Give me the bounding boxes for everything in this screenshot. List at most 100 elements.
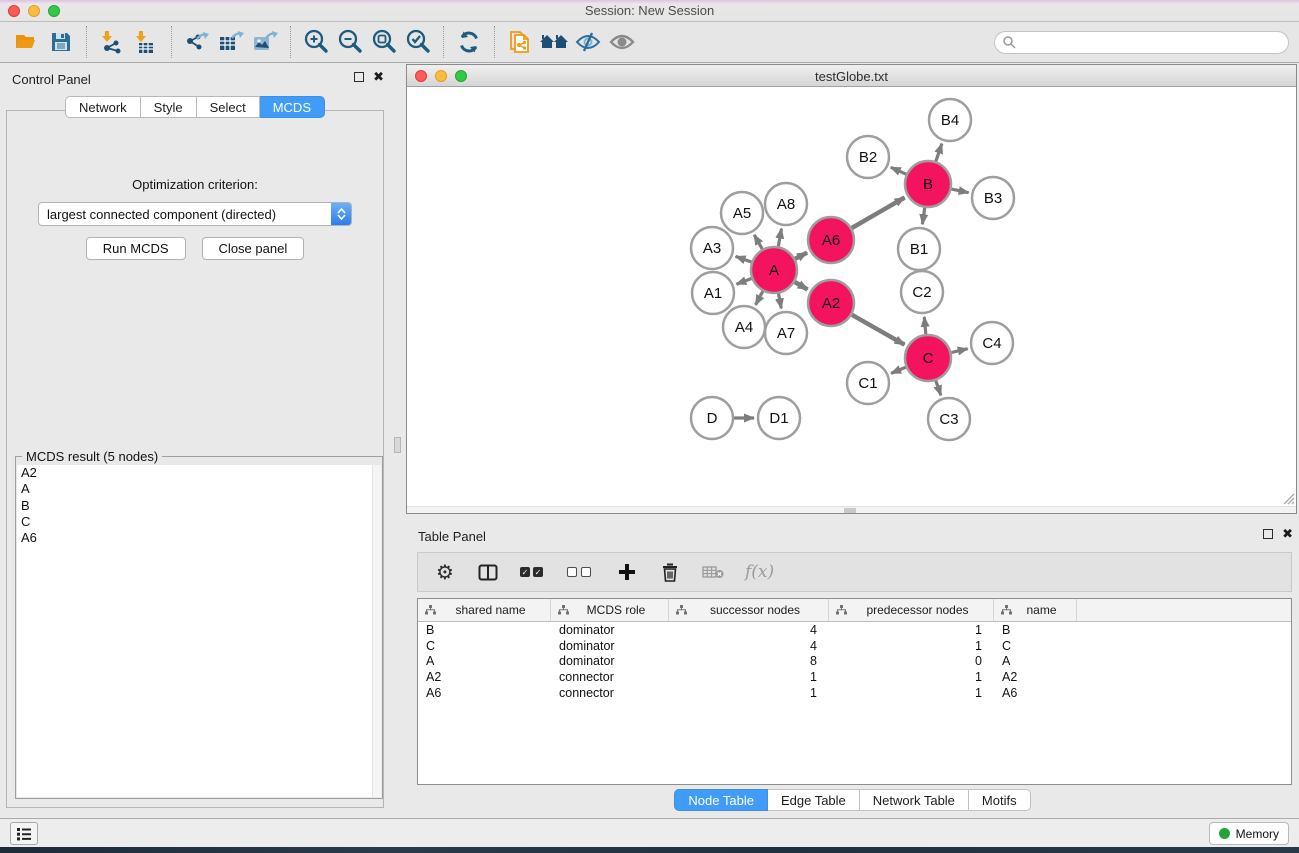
zoom-in-icon[interactable]: [299, 25, 333, 59]
tab-select[interactable]: Select: [197, 96, 260, 118]
tab-mcds[interactable]: MCDS: [260, 96, 325, 118]
table-cell[interactable]: A6: [418, 686, 551, 700]
edge-B-B2[interactable]: [891, 167, 906, 174]
node-B4[interactable]: B4: [929, 99, 971, 141]
result-scrollbar[interactable]: [372, 465, 381, 797]
table-cell[interactable]: B: [994, 623, 1077, 637]
node-B3[interactable]: B3: [972, 177, 1014, 219]
memory-button[interactable]: Memory: [1209, 822, 1289, 845]
tab-motifs[interactable]: Motifs: [969, 789, 1031, 811]
table-cell[interactable]: 1: [829, 639, 994, 653]
network-canvas[interactable]: B4B2BB3A8A5A6A3B1AA1C2A2A4A7C4CC1C3DD1: [407, 87, 1296, 513]
column-header-predecessor-nodes[interactable]: predecessor nodes: [829, 599, 994, 621]
node-A6[interactable]: A6: [808, 217, 854, 263]
close-panel-button[interactable]: Close panel: [202, 237, 305, 260]
open-session-icon[interactable]: [10, 25, 44, 59]
export-table-icon[interactable]: [214, 25, 248, 59]
table-row[interactable]: Adominator80A: [418, 654, 1291, 670]
node-A1[interactable]: A1: [692, 272, 734, 314]
import-table-icon[interactable]: [129, 25, 163, 59]
table-cell[interactable]: 8: [669, 654, 829, 668]
edge-A-A5[interactable]: [754, 235, 762, 249]
table-cell[interactable]: B: [418, 623, 551, 637]
node-D1[interactable]: D1: [758, 397, 800, 439]
table-cell[interactable]: connector: [551, 670, 669, 684]
resize-grip-icon[interactable]: [1281, 491, 1295, 505]
edge-B-B4[interactable]: [936, 144, 942, 162]
table-cell[interactable]: 4: [669, 639, 829, 653]
show-graphics-details-icon[interactable]: [605, 25, 639, 59]
close-panel-icon[interactable]: ✖: [373, 72, 384, 82]
result-item[interactable]: A2: [17, 465, 372, 481]
node-B2[interactable]: B2: [847, 136, 889, 178]
export-image-icon[interactable]: [248, 25, 282, 59]
table-row[interactable]: A2connector11A2: [418, 669, 1291, 685]
table-cell[interactable]: 4: [669, 623, 829, 637]
column-header-name[interactable]: name: [994, 599, 1077, 621]
edge-A-A6[interactable]: [795, 253, 807, 259]
network-document-icon[interactable]: [503, 25, 537, 59]
column-header-MCDS-role[interactable]: MCDS role: [551, 599, 669, 621]
zoom-selected-icon[interactable]: [401, 25, 435, 59]
import-network-icon[interactable]: [95, 25, 129, 59]
table-cell[interactable]: C: [994, 639, 1077, 653]
table-row[interactable]: Bdominator41B: [418, 622, 1291, 638]
table-cell[interactable]: 0: [829, 654, 994, 668]
table-cell[interactable]: 1: [829, 623, 994, 637]
search-field[interactable]: [994, 31, 1289, 54]
tab-network-table[interactable]: Network Table: [860, 789, 969, 811]
node-C3[interactable]: C3: [928, 398, 970, 440]
node-B1[interactable]: B1: [898, 228, 940, 270]
edge-A-A3[interactable]: [736, 256, 752, 262]
result-item[interactable]: A6: [17, 530, 372, 546]
deselect-all-icon[interactable]: [567, 560, 595, 584]
table-cell[interactable]: A: [994, 654, 1077, 668]
node-C[interactable]: C: [905, 335, 951, 381]
node-C1[interactable]: C1: [847, 362, 889, 404]
table-cell[interactable]: dominator: [551, 623, 669, 637]
edge-A-A8[interactable]: [778, 229, 781, 247]
table-cell[interactable]: 1: [829, 686, 994, 700]
edge-A6-B[interactable]: [852, 198, 905, 229]
table-cell[interactable]: A6: [994, 686, 1077, 700]
edge-C-C2[interactable]: [924, 317, 926, 334]
table-row[interactable]: A6connector11A6: [418, 685, 1291, 701]
table-cell[interactable]: 1: [669, 670, 829, 684]
column-header-successor-nodes[interactable]: successor nodes: [669, 599, 829, 621]
edge-B-B1[interactable]: [922, 208, 924, 224]
tab-network[interactable]: Network: [65, 96, 141, 118]
column-header-shared-name[interactable]: shared name: [418, 599, 551, 621]
node-C4[interactable]: C4: [971, 322, 1013, 364]
node-A4[interactable]: A4: [723, 306, 765, 348]
node-D[interactable]: D: [691, 397, 733, 439]
edge-C-C4[interactable]: [951, 349, 967, 353]
add-column-icon[interactable]: [616, 560, 638, 584]
table-cell[interactable]: C: [418, 639, 551, 653]
edge-A-A4[interactable]: [756, 291, 763, 305]
tab-style[interactable]: Style: [141, 96, 197, 118]
edge-A-A7[interactable]: [779, 294, 782, 309]
result-item[interactable]: B: [17, 498, 372, 514]
node-A7[interactable]: A7: [765, 312, 807, 354]
node-C2[interactable]: C2: [901, 271, 943, 313]
delete-icon[interactable]: [659, 560, 681, 584]
save-session-icon[interactable]: [44, 25, 78, 59]
zoom-fit-icon[interactable]: [367, 25, 401, 59]
task-history-button[interactable]: [10, 822, 38, 845]
run-mcds-button[interactable]: Run MCDS: [86, 237, 186, 260]
float-table-panel-icon[interactable]: [1263, 529, 1273, 539]
node-A8[interactable]: A8: [765, 183, 807, 225]
gear-icon[interactable]: ⚙: [434, 560, 456, 584]
home-icon[interactable]: [537, 25, 571, 59]
table-cell[interactable]: dominator: [551, 639, 669, 653]
refresh-view-icon[interactable]: [452, 25, 486, 59]
zoom-out-icon[interactable]: [333, 25, 367, 59]
float-panel-icon[interactable]: [354, 72, 364, 82]
table-cell[interactable]: A2: [418, 670, 551, 684]
table-cell[interactable]: 1: [669, 686, 829, 700]
network-hscrollbar[interactable]: [407, 506, 1296, 513]
edge-B-B3[interactable]: [952, 189, 969, 193]
node-B[interactable]: B: [905, 161, 951, 207]
edge-A-A1[interactable]: [736, 279, 751, 285]
table-cell[interactable]: connector: [551, 686, 669, 700]
